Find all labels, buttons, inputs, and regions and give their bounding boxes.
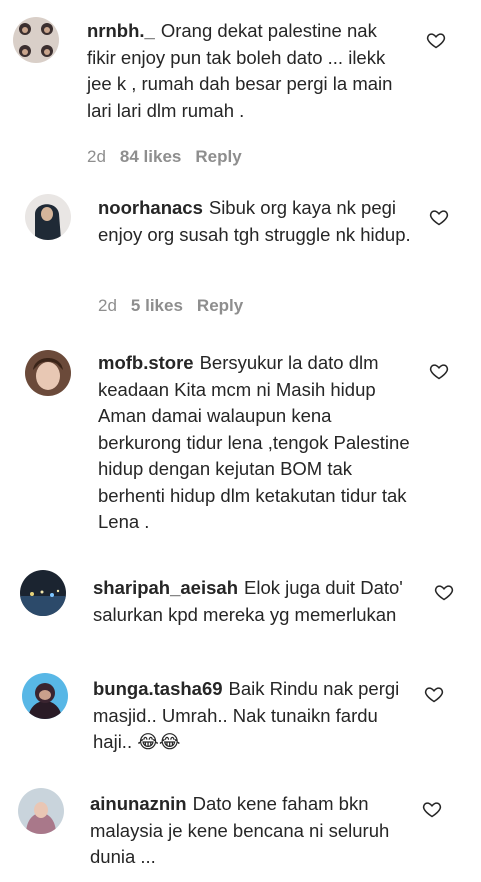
comment-meta: 2d 5 likes Reply <box>98 296 257 316</box>
comment-likes[interactable]: 5 likes <box>131 296 183 315</box>
heart-outline-icon[interactable] <box>426 30 446 50</box>
comment-time: 2d <box>87 147 106 166</box>
comment-likes[interactable]: 84 likes <box>120 147 181 166</box>
comment-username[interactable]: bunga.tasha69 <box>93 678 223 699</box>
comment-username[interactable]: ainunaznin <box>90 793 187 814</box>
avatar-photo-icon <box>18 788 64 834</box>
reply-button[interactable]: Reply <box>195 147 241 166</box>
avatar-group-photo-icon <box>13 17 59 63</box>
avatar[interactable] <box>18 788 64 834</box>
avatar-photo-icon <box>20 570 66 616</box>
comment-item: bunga.tasha69 Baik Rindu nak pergi masjid… <box>0 670 481 770</box>
comment-body: ainunaznin Dato kene faham bkn malaysia j… <box>90 791 415 871</box>
comment-item: ainunaznin Dato kene faham bkn malaysia j… <box>0 785 481 882</box>
heart-outline-icon[interactable] <box>422 799 442 819</box>
avatar-photo-icon <box>22 673 68 719</box>
comment-time: 2d <box>98 296 117 315</box>
comment-body: mofb.store Bersyukur la dato dlm keadaan … <box>98 350 418 536</box>
comment-username[interactable]: sharipah_aeisah <box>93 577 238 598</box>
heart-outline-icon[interactable] <box>434 582 454 602</box>
comment-item: mofb.store Bersyukur la dato dlm keadaan … <box>0 340 481 550</box>
avatar[interactable] <box>25 194 71 240</box>
avatar[interactable] <box>22 673 68 719</box>
comment-item: sharipah_aeisah Elok juga duit Dato' salu… <box>0 565 481 660</box>
avatar[interactable] <box>13 17 59 63</box>
comment-username[interactable]: noorhanacs <box>98 197 203 218</box>
heart-outline-icon[interactable] <box>429 207 449 227</box>
avatar-photo-icon <box>25 194 71 240</box>
heart-outline-icon[interactable] <box>429 361 449 381</box>
reply-button[interactable]: Reply <box>197 296 243 315</box>
heart-outline-icon[interactable] <box>424 684 444 704</box>
comment-meta: 2d 84 likes Reply <box>87 147 256 167</box>
comment-item: noorhanacs Sibuk org kaya nk pegi enjoy o… <box>0 185 481 325</box>
avatar[interactable] <box>20 570 66 616</box>
comment-body: bunga.tasha69 Baik Rindu nak pergi masjid… <box>93 676 419 756</box>
comment-body: nrnbh._ Orang dekat palestine nak fikir e… <box>87 18 407 124</box>
avatar-photo-icon <box>25 350 71 396</box>
comment-username[interactable]: nrnbh._ <box>87 20 155 41</box>
comment-body: sharipah_aeisah Elok juga duit Dato' salu… <box>93 575 415 628</box>
comment-username[interactable]: mofb.store <box>98 352 194 373</box>
comment-text: Bersyukur la dato dlm keadaan Kita mcm n… <box>98 352 410 532</box>
comment-item: nrnbh._ Orang dekat palestine nak fikir e… <box>0 0 481 180</box>
avatar[interactable] <box>25 350 71 396</box>
comment-body: noorhanacs Sibuk org kaya nk pegi enjoy o… <box>98 195 416 248</box>
